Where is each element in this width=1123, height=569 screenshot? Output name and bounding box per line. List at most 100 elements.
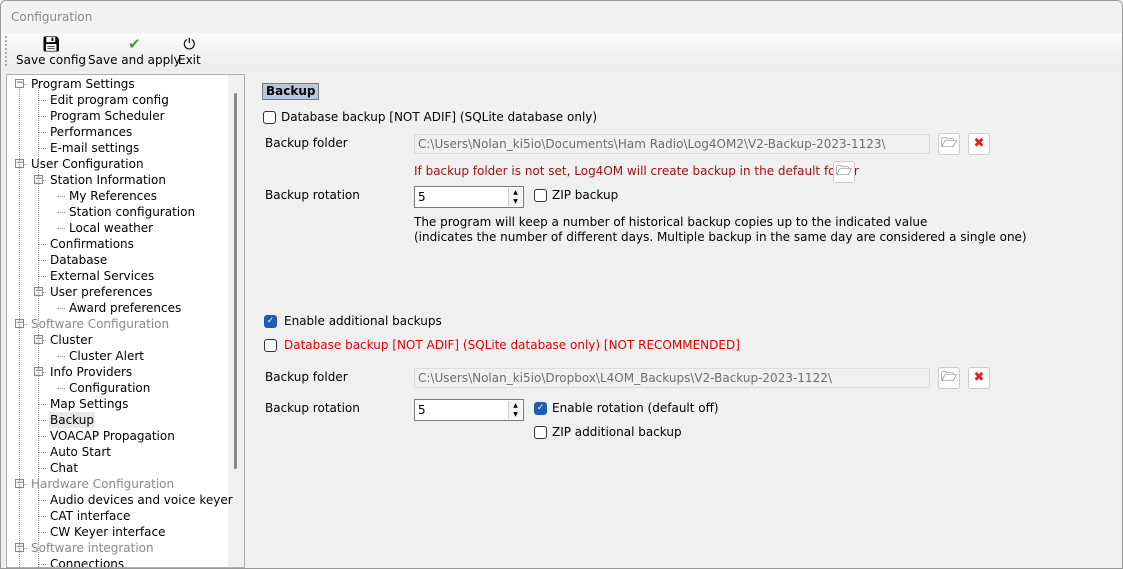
additional-browse-folder-button[interactable]: 🗁 (938, 367, 960, 389)
backup-rotation-stepper[interactable]: 5 ▲ ▼ (414, 186, 524, 208)
clear-folder-button[interactable]: ✖ (968, 133, 990, 155)
tree-connector (38, 468, 46, 469)
tree-item[interactable]: VOACAP Propagation (49, 428, 176, 444)
tree-item[interactable]: Program Settings (30, 76, 136, 92)
tree-connector (38, 116, 46, 117)
rotation-info-line1: The program will keep a number of histor… (414, 215, 928, 229)
tree-item[interactable]: Map Settings (49, 396, 129, 412)
zip-additional-backup-label: ZIP additional backup (552, 425, 682, 439)
tree-connector (38, 100, 46, 101)
backup-folder-field[interactable]: C:\Users\Nolan_ki5io\Documents\Ham Radio… (414, 134, 930, 154)
red-x-icon: ✖ (973, 370, 985, 385)
tree-item[interactable]: Configuration (68, 380, 151, 396)
enable-rotation-checkbox[interactable]: ✓ (534, 402, 547, 415)
toolbar: 💾︎ Save config ✔ Save and apply ⏻ Exit (1, 33, 1122, 71)
tree-connector (38, 276, 46, 277)
tree-connector (57, 228, 65, 229)
red-x-icon: ✖ (973, 136, 985, 151)
tree-item[interactable]: Software integration (30, 540, 155, 556)
additional-backup-folder-label: Backup folder (265, 370, 348, 384)
tree-connector (38, 516, 46, 517)
folder-icon: 🗁 (940, 136, 958, 151)
save-and-apply-button[interactable]: ✔ Save and apply (88, 35, 181, 67)
tree-item[interactable]: Confirmations (49, 236, 135, 252)
tree-item[interactable]: Connections (49, 556, 125, 567)
tree-item[interactable]: Station Information (49, 172, 167, 188)
tree-connector (38, 420, 46, 421)
zip-backup-label: ZIP backup (552, 188, 619, 202)
open-default-folder-button[interactable]: 🗁 (833, 161, 855, 183)
toolbar-grip[interactable] (5, 36, 7, 66)
tree-connector (57, 308, 65, 309)
additional-database-backup-label: Database backup [NOT ADIF] (SQLite datab… (284, 338, 740, 352)
title-bar: Configuration (1, 1, 1122, 33)
tree-item[interactable]: User Configuration (30, 156, 145, 172)
rotation-info-line2: (indicates the number of different days.… (414, 230, 1027, 244)
backup-folder-label: Backup folder (265, 136, 348, 150)
settings-tree: Program Settings − Edit program config Prog… (6, 74, 245, 568)
tree-item[interactable]: Cluster (49, 332, 94, 348)
tree-item[interactable]: Cluster Alert (68, 348, 145, 364)
exit-button[interactable]: ⏻ Exit (178, 35, 201, 67)
tree-item[interactable]: Award preferences (68, 300, 182, 316)
tree-connector (57, 356, 65, 357)
tree-item[interactable]: My References (68, 188, 158, 204)
tree-item[interactable]: Edit program config (49, 92, 170, 108)
tree-item[interactable]: Program Scheduler (49, 108, 166, 124)
tree-guide (19, 89, 20, 567)
checkmark-icon: ✔ (128, 35, 141, 53)
configuration-window: Configuration 💾︎ Save config ✔ Save and ap… (0, 0, 1123, 569)
enable-additional-backups-checkbox[interactable]: ✓ (264, 315, 277, 328)
tree-connector (38, 404, 46, 405)
tree-connector (38, 260, 46, 261)
tree-connector (38, 244, 46, 245)
tree-connector (38, 148, 46, 149)
tree-connector (38, 500, 46, 501)
additional-database-backup-checkbox[interactable] (264, 339, 277, 352)
additional-rotation-label: Backup rotation (265, 401, 360, 415)
scrollbar-thumb[interactable] (234, 93, 237, 469)
tree-item[interactable]: Chat (49, 460, 79, 476)
database-backup-checkbox[interactable] (263, 111, 276, 124)
tree-connector (38, 532, 46, 533)
additional-backup-folder-field[interactable]: C:\Users\Nolan_ki5io\Dropbox\L4OM_Backup… (414, 368, 930, 388)
tree-connector (38, 436, 46, 437)
collapse-icon[interactable]: − (15, 79, 24, 88)
zip-backup-checkbox[interactable] (534, 189, 547, 202)
browse-folder-button[interactable]: 🗁 (938, 133, 960, 155)
folder-icon: 🗁 (940, 370, 958, 385)
tree-connector (38, 132, 46, 133)
tree-item[interactable]: Audio devices and voice keyer (49, 492, 234, 508)
tree-item[interactable]: Performances (49, 124, 133, 140)
tree-guide (38, 85, 39, 567)
tree-connector (57, 196, 65, 197)
tree-connector (57, 388, 65, 389)
zip-additional-backup-checkbox[interactable] (534, 426, 547, 439)
tree-item[interactable]: Backup (49, 412, 95, 428)
window-title: Configuration (11, 10, 93, 24)
backup-rotation-label: Backup rotation (265, 188, 360, 202)
spin-arrows[interactable]: ▲ ▼ (508, 188, 522, 206)
tree-item[interactable]: Info Providers (49, 364, 133, 380)
additional-clear-folder-button[interactable]: ✖ (968, 367, 990, 389)
tree-item[interactable]: Auto Start (49, 444, 112, 460)
tree-item[interactable]: Station configuration (68, 204, 196, 220)
additional-rotation-stepper[interactable]: 5 ▲ ▼ (414, 399, 524, 421)
tree-item[interactable]: E-mail settings (49, 140, 140, 156)
tree-item[interactable]: CAT interface (49, 508, 131, 524)
spin-arrows[interactable]: ▲ ▼ (508, 401, 522, 419)
save-config-button[interactable]: 💾︎ Save config (16, 35, 86, 67)
tree-connector (38, 564, 46, 565)
tree-item[interactable]: External Services (49, 268, 155, 284)
enable-additional-backups-label: Enable additional backups (284, 314, 442, 328)
enable-rotation-label: Enable rotation (default off) (552, 401, 719, 415)
section-title: Backup (262, 83, 320, 100)
folder-icon: 🗁 (835, 164, 853, 179)
tree-item[interactable]: Hardware Configuration (30, 476, 175, 492)
tree-connector (57, 212, 65, 213)
tree-item[interactable]: Software Configuration (30, 316, 170, 332)
tree-item[interactable]: Local weather (68, 220, 154, 236)
tree-item[interactable]: CW Keyer interface (49, 524, 166, 540)
tree-item[interactable]: Database (49, 252, 108, 268)
tree-item[interactable]: User preferences (49, 284, 153, 300)
